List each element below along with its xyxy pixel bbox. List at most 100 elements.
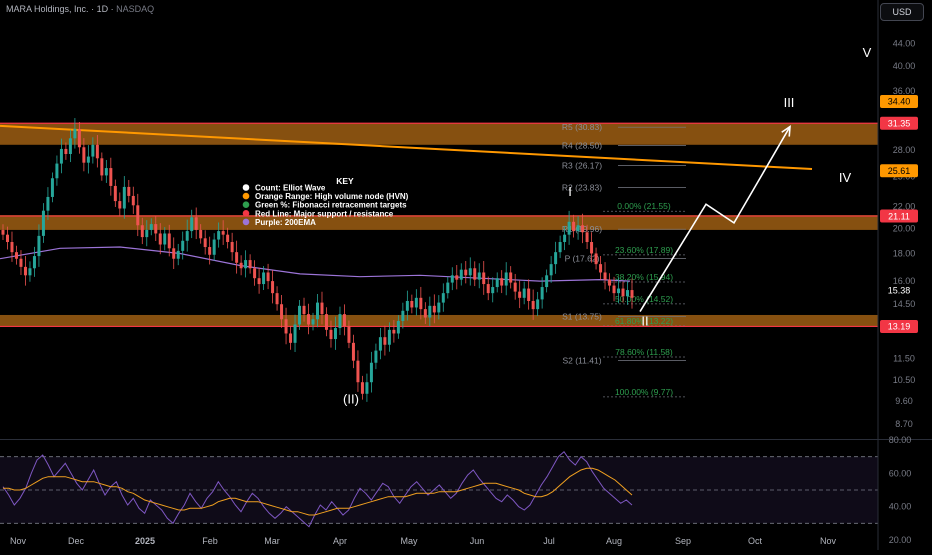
time-tick-3: Feb	[202, 536, 218, 546]
candle-body	[239, 262, 243, 269]
candle-body	[302, 305, 306, 315]
fib-label-5: 78.60% (11.58)	[615, 347, 673, 357]
price-badge-label-0: 34.40	[888, 97, 911, 107]
candle-body	[118, 201, 122, 209]
symbol-header: MARA Holdings, Inc. · 1D · NASDAQ	[6, 4, 155, 14]
candle-body	[163, 233, 167, 245]
candle-body	[419, 297, 423, 310]
candle-body	[59, 148, 63, 164]
candle-body	[212, 239, 216, 255]
candle-body	[441, 293, 445, 303]
candle-body	[540, 287, 544, 300]
candle-body	[280, 304, 284, 320]
price-tick-15: 9.60	[895, 396, 913, 406]
candle-body	[387, 329, 391, 345]
candle-body	[109, 168, 113, 186]
candle-body	[158, 233, 162, 245]
price-chart[interactable]: 0.00% (21.55)23.60% (17.89)38.20% (15.94…	[0, 0, 932, 550]
candle-body	[194, 217, 198, 230]
candle-body	[509, 272, 513, 283]
candle-body	[608, 279, 612, 286]
candle-body	[154, 224, 158, 234]
candle-body	[621, 288, 625, 297]
candle-body	[360, 382, 364, 394]
candle-body	[320, 302, 324, 315]
candle-body	[590, 242, 594, 254]
wave-label-1: I	[568, 184, 572, 199]
candle-body	[55, 163, 59, 179]
candle-body	[253, 268, 257, 279]
candle-body	[464, 269, 468, 276]
candle-body	[311, 319, 315, 325]
candle-body	[257, 278, 261, 285]
time-tick-7: Jun	[470, 536, 485, 546]
rsi-pane	[0, 439, 932, 528]
candle-body	[127, 186, 131, 196]
pivot-label-5: P (17.62)	[565, 253, 600, 263]
candle-body	[230, 242, 234, 253]
pivot-label-2: R3 (26.17)	[562, 161, 602, 171]
candle-body	[405, 300, 409, 311]
candle-body	[450, 275, 454, 283]
candle-body	[289, 333, 293, 343]
time-tick-2: 2025	[135, 536, 155, 546]
candle-body	[199, 229, 203, 239]
candle-body	[82, 147, 86, 163]
candle-body	[324, 314, 328, 330]
candle-body	[365, 382, 369, 394]
candle-body	[338, 314, 342, 329]
fib-label-1: 23.60% (17.89)	[615, 245, 673, 255]
candle-body	[86, 156, 90, 163]
price-tick-14: 10.50	[893, 375, 916, 385]
chart-stage[interactable]: 0.00% (21.55) 23.60% (17.89) 38.20% (15.94…	[0, 0, 932, 550]
candle-body	[37, 235, 41, 257]
candle-body	[176, 250, 180, 259]
candle-body	[172, 248, 176, 259]
candle-body	[383, 337, 387, 345]
time-tick-8: Jul	[543, 536, 555, 546]
legend-swatch-4	[242, 218, 250, 226]
time-tick-0: Nov	[10, 536, 27, 546]
time-tick-6: May	[400, 536, 418, 546]
currency-button[interactable]: USD	[880, 3, 924, 21]
candle-body	[122, 186, 126, 209]
legend-swatch-0	[242, 184, 250, 191]
candle-body	[262, 272, 266, 285]
candle-body	[630, 290, 634, 298]
candle-body	[145, 229, 149, 238]
candle-body	[558, 242, 562, 253]
candle-body	[468, 268, 472, 276]
candle-body	[113, 185, 117, 202]
candle-body	[167, 233, 171, 249]
time-axis: Nov Dec 2025 Feb Mar Apr May Jun Jul Aug Sep Oct Nov	[10, 536, 837, 546]
candle-body	[181, 240, 185, 251]
candle-body	[572, 221, 576, 232]
candle-body	[522, 288, 526, 298]
candle-body	[307, 314, 311, 325]
candle-body	[554, 252, 558, 265]
legend-swatch-1	[242, 192, 250, 200]
price-axis: 50.0044.0040.0036.0031.0028.0025.0022.00…	[877, 0, 918, 550]
candle-body	[446, 282, 450, 294]
candle-body	[356, 360, 360, 383]
candle-body	[527, 288, 531, 301]
rsi-tick-3: 20.00	[889, 535, 912, 545]
price-tick-9: 18.00	[893, 248, 916, 258]
candle-body	[46, 196, 50, 211]
fib-label-0: 0.00% (21.55)	[617, 201, 671, 211]
candle-body	[221, 231, 225, 235]
candle-body	[28, 268, 32, 276]
candle-body	[585, 232, 589, 243]
candle-body	[100, 158, 104, 176]
candle-body	[455, 275, 459, 280]
candle-body	[500, 278, 504, 286]
pivot-label-7: S2 (11.41)	[562, 355, 601, 365]
interval-label: 1D	[96, 4, 109, 14]
candle-body	[203, 238, 207, 248]
price-tick-1: 44.00	[893, 39, 916, 49]
candle-body	[73, 128, 77, 139]
time-tick-4: Mar	[264, 536, 280, 546]
candle-body	[316, 302, 319, 320]
wave-label-0: (II)	[343, 391, 359, 406]
candle-body	[437, 302, 441, 313]
